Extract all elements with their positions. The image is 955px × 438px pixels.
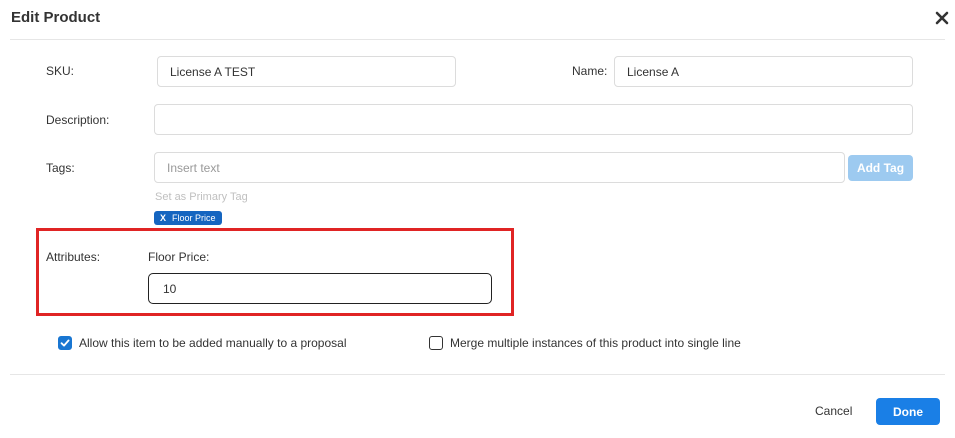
sku-label: SKU: xyxy=(46,64,75,78)
tag-chip-floor-price[interactable]: X Floor Price xyxy=(154,211,222,225)
merge-instances-checkbox[interactable] xyxy=(429,336,443,350)
chip-remove-icon[interactable]: X xyxy=(160,213,166,223)
sku-value: License A TEST xyxy=(170,64,256,79)
chip-label: Floor Price xyxy=(172,213,216,223)
description-input[interactable] xyxy=(154,104,913,135)
footer-divider xyxy=(10,374,945,375)
allow-manual-checkbox[interactable] xyxy=(58,336,72,350)
cancel-button[interactable]: Cancel xyxy=(815,404,852,418)
done-button[interactable]: Done xyxy=(876,398,940,425)
dialog-title: Edit Product xyxy=(11,9,101,26)
close-icon xyxy=(935,11,949,25)
sku-input[interactable]: License A TEST xyxy=(157,56,456,87)
close-button[interactable] xyxy=(932,8,952,28)
tag-input-placeholder: Insert text xyxy=(167,160,220,175)
header-divider xyxy=(10,39,945,40)
floor-price-input[interactable]: 10 xyxy=(148,273,492,304)
allow-manual-label[interactable]: Allow this item to be added manually to … xyxy=(79,336,347,350)
tag-input[interactable]: Insert text xyxy=(154,152,845,183)
floor-price-value: 10 xyxy=(163,281,177,296)
merge-instances-label[interactable]: Merge multiple instances of this product… xyxy=(450,336,741,350)
description-label: Description: xyxy=(46,113,110,127)
checkmark-icon xyxy=(60,339,70,347)
floor-price-label: Floor Price: xyxy=(148,250,210,264)
add-tag-button[interactable]: Add Tag xyxy=(848,155,913,181)
tags-label: Tags: xyxy=(46,161,75,175)
name-value: License A xyxy=(627,64,680,79)
set-primary-tag-hint[interactable]: Set as Primary Tag xyxy=(155,191,248,203)
name-input[interactable]: License A xyxy=(614,56,913,87)
name-label: Name: xyxy=(572,64,608,78)
attributes-label: Attributes: xyxy=(46,250,101,264)
